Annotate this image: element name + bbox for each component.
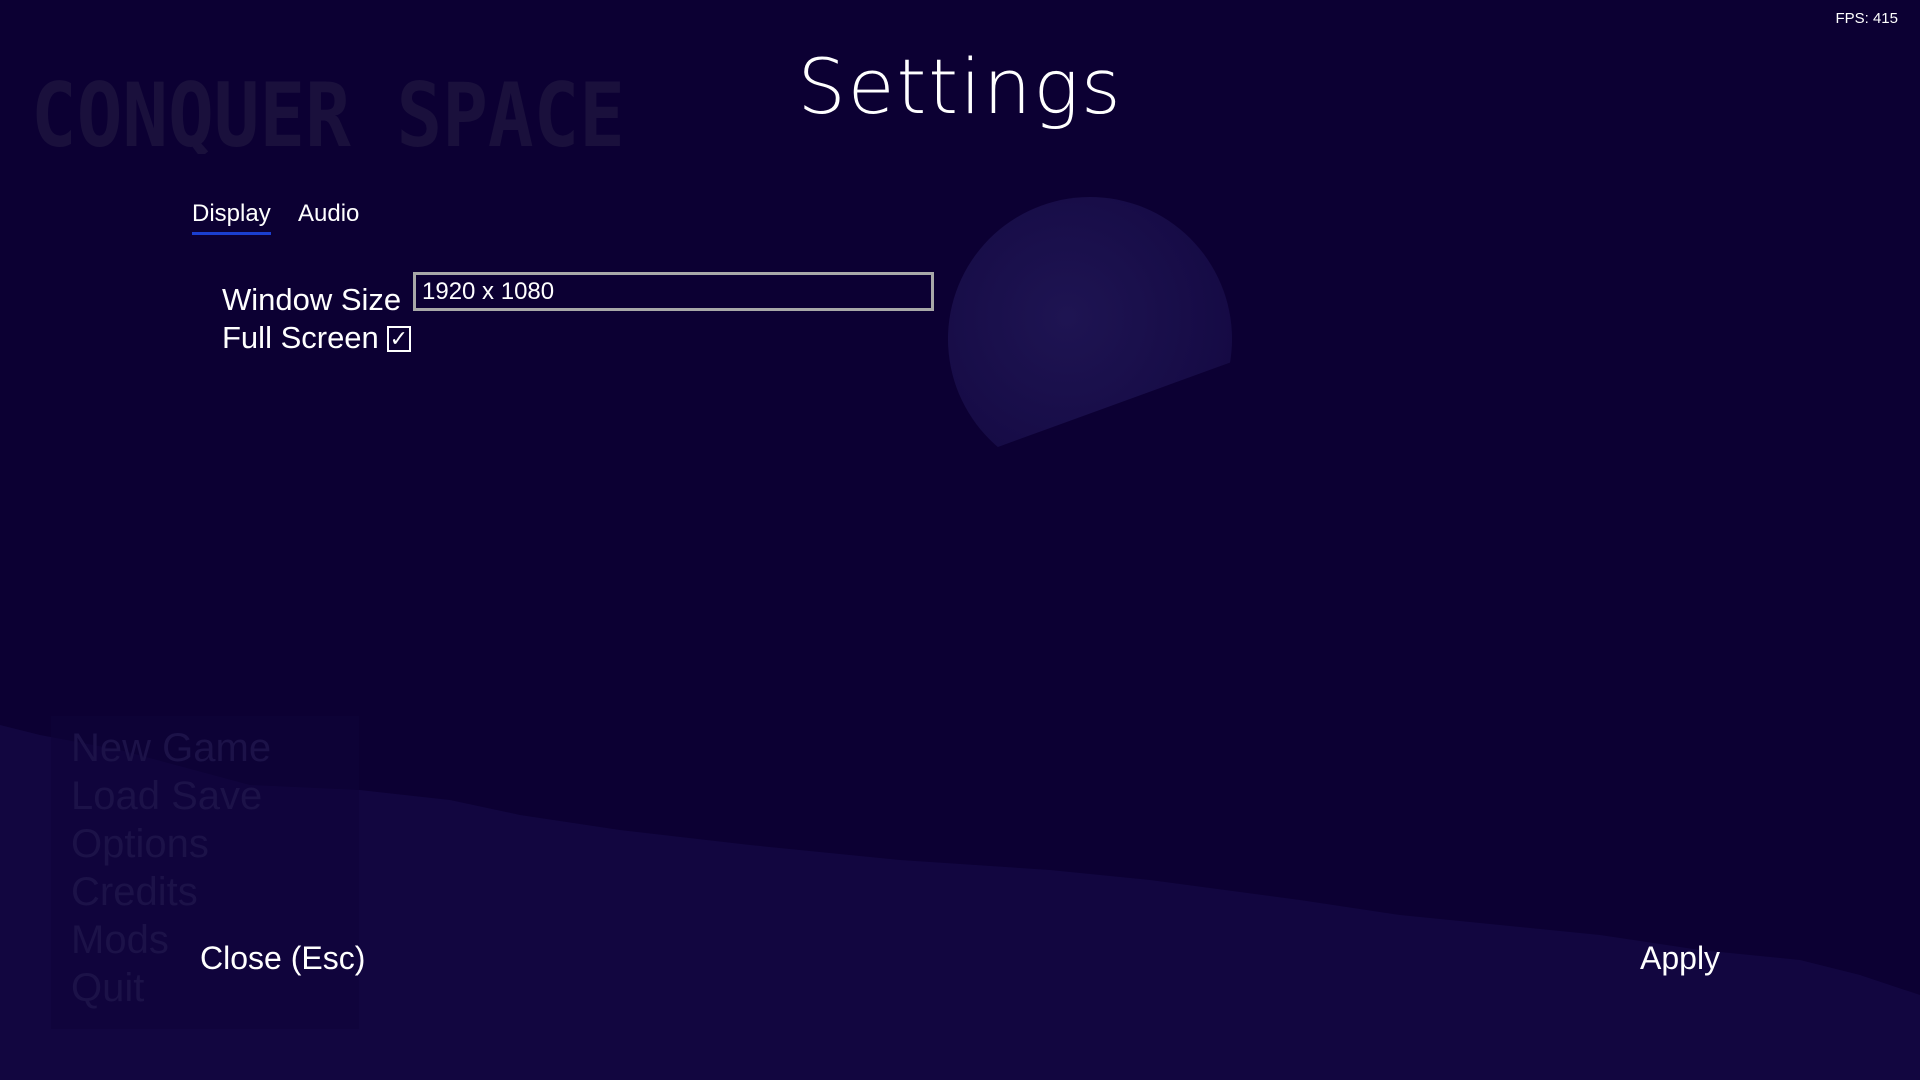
earth-background-image	[948, 197, 1232, 455]
menu-item-load-save: Load Save	[71, 774, 263, 818]
tab-audio[interactable]: Audio	[298, 200, 359, 232]
checkmark-icon: ✓	[389, 326, 409, 351]
apply-button[interactable]: Apply	[1640, 940, 1720, 977]
main-menu-panel: New Game Load Save Options Credits Mods …	[51, 716, 359, 1029]
window-size-label: Window Size	[222, 282, 402, 317]
settings-title: Settings	[797, 42, 1123, 131]
fullscreen-label: Full Screen	[222, 320, 379, 355]
fps-counter: FPS: 415	[1835, 10, 1898, 27]
window-size-input[interactable]	[413, 272, 934, 311]
close-button[interactable]: Close (Esc)	[200, 940, 365, 977]
menu-item-credits: Credits	[71, 870, 198, 914]
menu-item-mods: Mods	[71, 918, 169, 962]
menu-item-new-game: New Game	[71, 726, 272, 770]
menu-item-options: Options	[71, 822, 209, 866]
tab-display[interactable]: Display	[192, 200, 271, 235]
menu-item-quit: Quit	[71, 966, 145, 1010]
fullscreen-row: Full Screen ✓	[222, 320, 411, 356]
fullscreen-checkbox[interactable]: ✓	[386, 326, 411, 352]
